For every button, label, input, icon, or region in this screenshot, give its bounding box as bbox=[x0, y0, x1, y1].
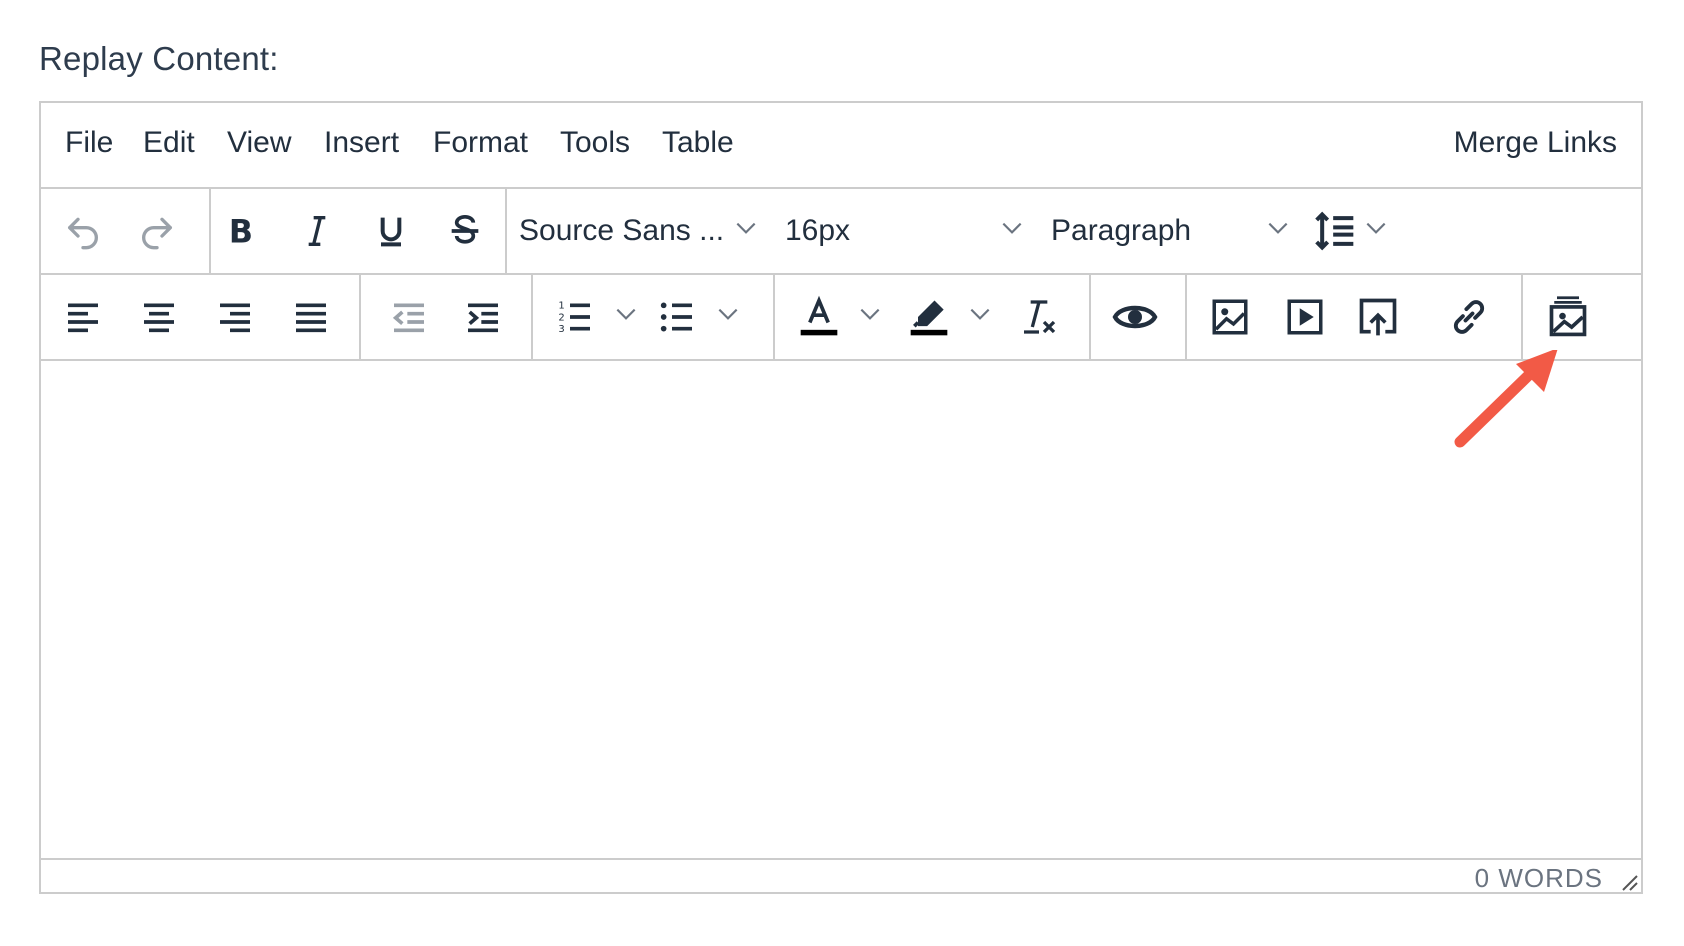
toolbar-row-2: 123 bbox=[41, 275, 1641, 361]
toolbar-row-1: B Source Sans ... 16px Paragraph bbox=[41, 189, 1641, 275]
chevron-down-icon[interactable] bbox=[1265, 215, 1291, 241]
font-size-select[interactable]: 16px bbox=[785, 214, 850, 248]
toolbar-separator bbox=[531, 275, 533, 359]
insert-image-button[interactable] bbox=[1206, 293, 1254, 341]
align-justify-button[interactable] bbox=[287, 293, 335, 341]
line-height-button[interactable] bbox=[1311, 207, 1359, 255]
outdent-icon bbox=[392, 303, 424, 333]
menu-tools[interactable]: Tools bbox=[560, 126, 630, 160]
image-gallery-icon bbox=[1549, 296, 1587, 337]
indent-icon bbox=[468, 303, 498, 333]
align-center-icon bbox=[144, 303, 174, 333]
chevron-down-icon[interactable] bbox=[715, 301, 741, 327]
clear-formatting-button[interactable] bbox=[1015, 293, 1063, 341]
clear-formatting-icon bbox=[1024, 300, 1056, 334]
strikethrough-icon bbox=[451, 215, 479, 244]
menu-view[interactable]: View bbox=[227, 126, 291, 160]
menu-table[interactable]: Table bbox=[662, 126, 734, 160]
preview-icon bbox=[1112, 305, 1158, 329]
undo-button[interactable] bbox=[59, 207, 107, 255]
upload-icon bbox=[1359, 298, 1397, 336]
rich-text-editor: File Edit View Insert Format Tools Table… bbox=[39, 101, 1643, 894]
insert-media-button[interactable] bbox=[1281, 293, 1329, 341]
line-height-icon bbox=[1315, 211, 1354, 251]
editor-content-area[interactable] bbox=[41, 361, 1641, 858]
strikethrough-button[interactable] bbox=[441, 207, 489, 255]
highlight-color-icon bbox=[910, 300, 948, 336]
text-color-button[interactable] bbox=[795, 293, 843, 341]
underline-button[interactable] bbox=[367, 207, 415, 255]
redo-button[interactable] bbox=[133, 207, 181, 255]
toolbar-separator bbox=[209, 189, 211, 273]
upload-button[interactable] bbox=[1354, 293, 1402, 341]
bullet-list-icon bbox=[660, 302, 692, 332]
menu-format[interactable]: Format bbox=[433, 126, 528, 160]
replay-content-label: Replay Content: bbox=[39, 40, 279, 77]
link-icon bbox=[1453, 300, 1485, 334]
align-justify-icon bbox=[296, 303, 326, 333]
align-right-button[interactable] bbox=[211, 293, 259, 341]
align-left-button[interactable] bbox=[59, 293, 107, 341]
media-icon bbox=[1287, 299, 1323, 335]
underline-icon bbox=[380, 217, 402, 247]
image-gallery-button[interactable] bbox=[1544, 293, 1592, 341]
undo-icon bbox=[68, 217, 98, 250]
bold-icon: B bbox=[229, 215, 253, 251]
block-format-select[interactable]: Paragraph bbox=[1051, 214, 1191, 248]
highlight-color-button[interactable] bbox=[905, 293, 953, 341]
image-icon bbox=[1212, 299, 1248, 335]
italic-icon bbox=[308, 216, 326, 246]
svg-text:1: 1 bbox=[558, 301, 564, 312]
menu-file[interactable]: File bbox=[65, 126, 113, 160]
toolbar-separator bbox=[1521, 275, 1523, 359]
menu-merge-links[interactable]: Merge Links bbox=[1454, 126, 1617, 160]
menu-insert[interactable]: Insert bbox=[324, 126, 399, 160]
svg-text:3: 3 bbox=[558, 324, 564, 335]
indent-button[interactable] bbox=[459, 293, 507, 341]
chevron-down-icon[interactable] bbox=[967, 301, 993, 327]
toolbar-separator bbox=[1185, 275, 1187, 359]
word-count: 0 WORDS bbox=[1474, 863, 1603, 893]
chevron-down-icon[interactable] bbox=[999, 215, 1025, 241]
statusbar: 0 WORDS bbox=[41, 858, 1641, 894]
italic-button[interactable] bbox=[293, 207, 341, 255]
outdent-button[interactable] bbox=[385, 293, 433, 341]
svg-text:B: B bbox=[229, 215, 253, 251]
insert-link-button[interactable] bbox=[1445, 293, 1493, 341]
bullet-list-button[interactable] bbox=[653, 293, 701, 341]
toolbar-separator bbox=[773, 275, 775, 359]
toolbar-separator bbox=[1089, 275, 1091, 359]
text-color-icon bbox=[800, 295, 838, 336]
chevron-down-icon[interactable] bbox=[857, 301, 883, 327]
align-left-icon bbox=[68, 303, 98, 333]
chevron-down-icon[interactable] bbox=[733, 215, 759, 241]
numbered-list-icon: 123 bbox=[558, 301, 590, 335]
bold-button[interactable]: B bbox=[217, 207, 265, 255]
menu-edit[interactable]: Edit bbox=[143, 126, 195, 160]
menubar: File Edit View Insert Format Tools Table… bbox=[41, 103, 1641, 189]
svg-text:2: 2 bbox=[558, 312, 564, 323]
font-family-select[interactable]: Source Sans ... bbox=[519, 214, 724, 248]
preview-button[interactable] bbox=[1111, 293, 1159, 341]
redo-icon bbox=[142, 217, 172, 250]
toolbar-separator bbox=[359, 275, 361, 359]
chevron-down-icon[interactable] bbox=[1363, 215, 1389, 241]
toolbar-separator bbox=[505, 189, 507, 273]
align-right-icon bbox=[220, 303, 250, 333]
chevron-down-icon[interactable] bbox=[613, 301, 639, 327]
align-center-button[interactable] bbox=[135, 293, 183, 341]
resize-handle-icon[interactable] bbox=[1617, 870, 1639, 892]
numbered-list-button[interactable]: 123 bbox=[551, 293, 599, 341]
